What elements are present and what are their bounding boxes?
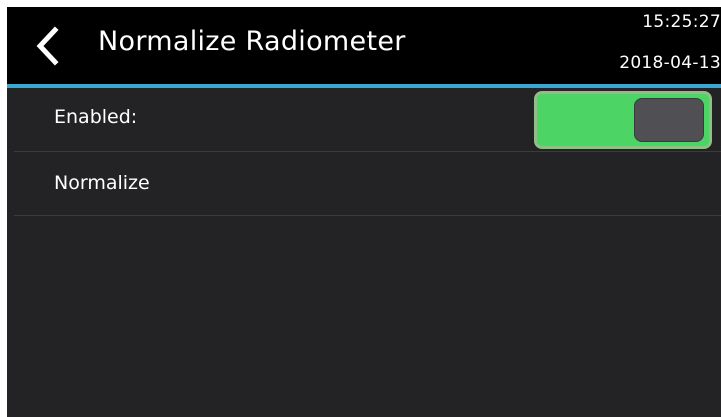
clock-time: 15:25:27 — [642, 12, 721, 32]
enabled-label: Enabled: — [54, 106, 138, 128]
clock-date: 2018-04-13 — [619, 53, 721, 73]
screen: Normalize Radiometer 15:25:27 2018-04-13… — [7, 7, 721, 417]
chevron-left-icon — [36, 26, 59, 66]
row-divider — [14, 215, 721, 216]
enabled-toggle[interactable] — [534, 91, 712, 149]
back-button[interactable] — [25, 21, 69, 71]
setting-row-normalize[interactable]: Normalize — [7, 152, 721, 215]
toggle-knob[interactable] — [634, 98, 704, 142]
page-title: Normalize Radiometer — [98, 26, 406, 57]
header-bar: Normalize Radiometer 15:25:27 2018-04-13 — [7, 7, 721, 84]
normalize-label: Normalize — [54, 172, 150, 194]
